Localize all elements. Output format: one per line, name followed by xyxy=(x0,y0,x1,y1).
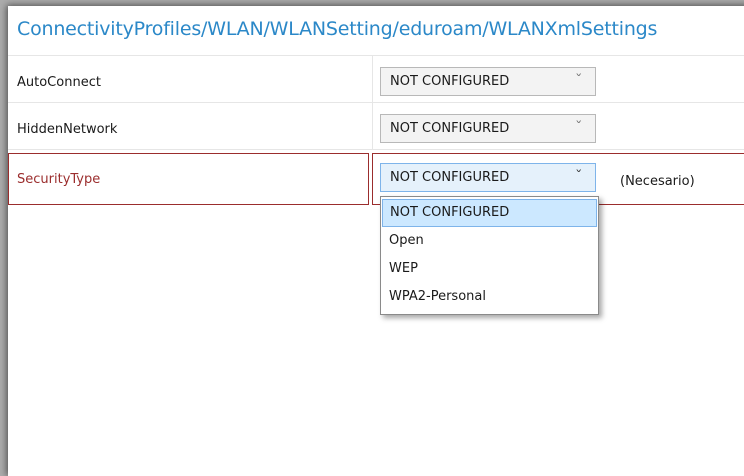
autoconnect-select[interactable]: NOT CONFIGURED ˅ xyxy=(380,67,596,96)
securitytype-dropdown-list: NOT CONFIGURED Open WEP WPA2-Personal xyxy=(380,196,599,315)
option-wpa2-personal[interactable]: WPA2-Personal xyxy=(381,283,598,311)
settings-panel: ConnectivityProfiles/WLAN/WLANSetting/ed… xyxy=(8,6,744,476)
hiddennetwork-select[interactable]: NOT CONFIGURED ˅ xyxy=(380,114,596,143)
chevron-down-icon: ˅ xyxy=(574,119,583,132)
option-open[interactable]: Open xyxy=(381,227,598,255)
breadcrumb: ConnectivityProfiles/WLAN/WLANSetting/ed… xyxy=(17,18,658,40)
chevron-down-icon: ˅ xyxy=(574,72,583,85)
autoconnect-label: AutoConnect xyxy=(17,75,101,90)
securitytype-value: NOT CONFIGURED xyxy=(390,170,510,185)
option-wep[interactable]: WEP xyxy=(381,255,598,283)
securitytype-select[interactable]: NOT CONFIGURED ˅ xyxy=(380,163,596,192)
row-divider xyxy=(8,102,744,103)
required-note: (Necesario) xyxy=(620,174,695,189)
autoconnect-value: NOT CONFIGURED xyxy=(390,74,510,89)
option-not-configured[interactable]: NOT CONFIGURED xyxy=(382,199,597,227)
hiddennetwork-label: HiddenNetwork xyxy=(17,122,118,137)
securitytype-label: SecurityType xyxy=(17,172,101,187)
row-divider xyxy=(8,149,744,150)
column-divider xyxy=(372,55,373,149)
hiddennetwork-value: NOT CONFIGURED xyxy=(390,121,510,136)
chevron-down-icon: ˅ xyxy=(574,168,583,181)
row-divider xyxy=(8,55,744,56)
